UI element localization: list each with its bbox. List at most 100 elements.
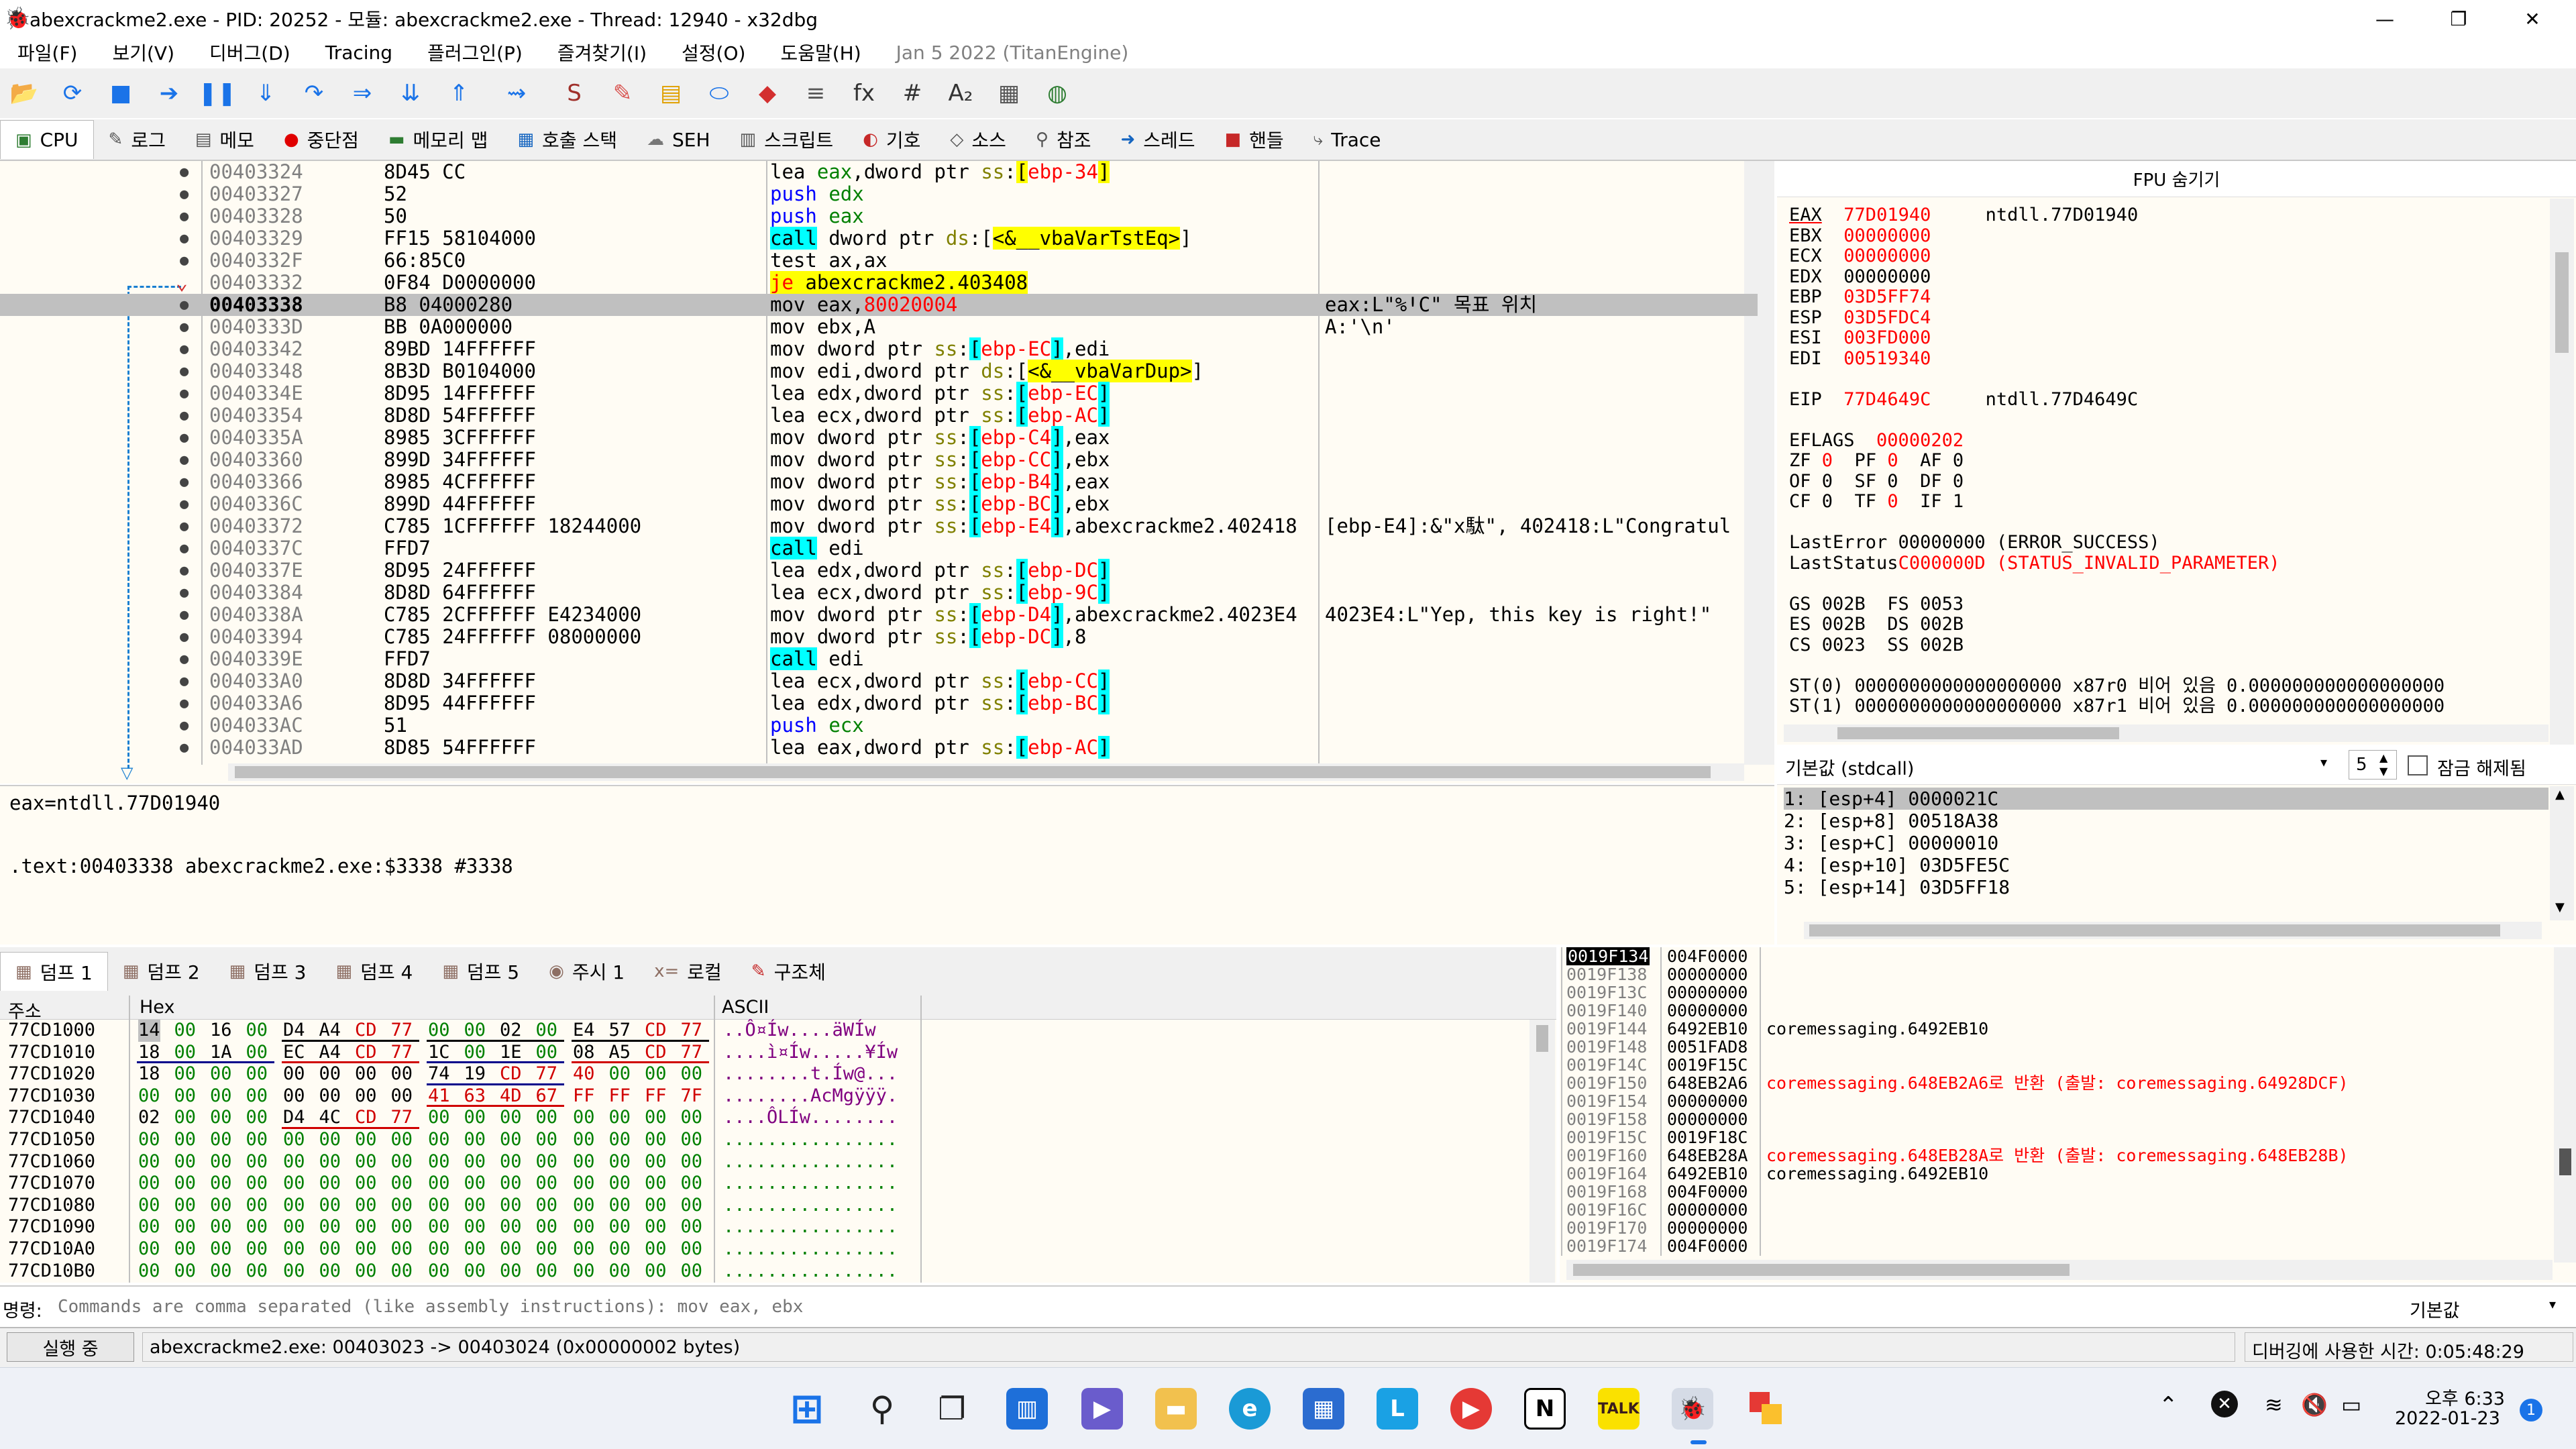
disassembly-view[interactable]: ▽ ● 00403324 8D45 CC lea eax,dword ptr ss:[… <box>0 161 1774 784</box>
dump-byte[interactable]: 00 <box>609 1063 631 1085</box>
dump-byte[interactable]: 00 <box>500 1107 522 1129</box>
disasm-row[interactable]: ● 00403328 50 push eax <box>0 205 1758 227</box>
dump-byte[interactable]: 00 <box>246 1238 268 1260</box>
menu-item[interactable]: Tracing <box>325 42 392 64</box>
dump-byte[interactable]: EC <box>283 1042 305 1064</box>
breakpoint-dot-icon[interactable]: ● <box>180 405 189 427</box>
dump-byte[interactable]: 00 <box>174 1063 197 1085</box>
dump-byte[interactable]: 16 <box>210 1020 232 1042</box>
file-explorer-icon[interactable]: ▬ <box>1155 1388 1197 1430</box>
dump-byte[interactable]: A5 <box>609 1042 631 1064</box>
dump-byte[interactable]: 00 <box>138 1216 160 1238</box>
dump-byte[interactable]: 00 <box>138 1151 160 1173</box>
stack-row[interactable]: 0019F148 0051FAD8 <box>1560 1038 2553 1056</box>
labels-icon[interactable]: ⬭ <box>702 76 737 111</box>
dump-byte[interactable]: 00 <box>246 1042 268 1064</box>
dump-byte[interactable]: 00 <box>319 1063 341 1085</box>
dump-byte[interactable]: 00 <box>319 1195 341 1217</box>
notion-icon[interactable]: N <box>1524 1388 1566 1430</box>
menu-item[interactable]: 즐겨찾기(I) <box>557 39 647 66</box>
chevron-down-icon[interactable]: ▾ <box>2320 754 2327 770</box>
dump-byte[interactable]: 00 <box>283 1063 305 1085</box>
dump-byte[interactable]: 41 <box>428 1085 450 1108</box>
command-mode-select[interactable]: 기본값 <box>2410 1296 2460 1322</box>
dump-byte[interactable]: 00 <box>428 1151 450 1173</box>
tab-중단점[interactable]: ● 중단점 <box>269 120 374 159</box>
register-line[interactable]: EBX 00000000 <box>1789 225 2445 247</box>
dump-byte[interactable]: 00 <box>391 1063 413 1085</box>
stack-row[interactable]: 0019F16C 00000000 <box>1560 1201 2553 1219</box>
call-args-hscroll[interactable] <box>1804 922 2542 939</box>
tab-메모[interactable]: ▤ 메모 <box>180 120 269 159</box>
dump-byte[interactable]: 00 <box>391 1173 413 1195</box>
disasm-row[interactable]: ● 00403366 8985 4CFFFFFF mov dword ptr ss:[… <box>0 470 1758 493</box>
call-args-vscroll[interactable]: ▲ ▼ <box>2550 786 2574 920</box>
dump-byte[interactable]: 00 <box>138 1195 160 1217</box>
dump-byte[interactable]: 00 <box>464 1260 486 1283</box>
stack-row[interactable]: 0019F144 6492EB10 coremessaging.6492EB10 <box>1560 1020 2553 1038</box>
hash-icon[interactable]: # <box>895 76 930 111</box>
breakpoint-dot-icon[interactable]: ● <box>180 427 189 449</box>
dump-byte[interactable]: 00 <box>283 1129 305 1151</box>
dump-byte[interactable]: FF <box>609 1085 631 1108</box>
calling-convention-select[interactable]: 기본값 (stdcall) <box>1785 754 1914 780</box>
dump-byte[interactable]: 00 <box>645 1238 667 1260</box>
tab-참조[interactable]: ⚲ 참조 <box>1021 120 1106 159</box>
dump-byte[interactable]: 00 <box>428 1195 450 1217</box>
stop-icon[interactable]: ■ <box>103 76 138 111</box>
breakpoint-dot-icon[interactable]: ● <box>180 626 189 648</box>
breakpoint-dot-icon[interactable]: ● <box>180 604 189 626</box>
dump-byte[interactable]: 77 <box>681 1020 703 1042</box>
tab-Trace[interactable]: ⤷ Trace <box>1299 120 1396 159</box>
dump-byte[interactable]: 00 <box>174 1020 197 1042</box>
step-into-icon[interactable]: ⇓ <box>248 76 283 111</box>
dump-byte[interactable]: 00 <box>319 1129 341 1151</box>
dump-byte[interactable]: 00 <box>645 1216 667 1238</box>
register-line[interactable]: EAX 77D01940 ntdll.77D01940 <box>1789 205 2445 226</box>
run-icon[interactable]: ➔ <box>152 76 186 111</box>
dump-byte[interactable]: 00 <box>210 1173 232 1195</box>
dump-byte[interactable]: 00 <box>609 1151 631 1173</box>
register-line[interactable]: ST(1) 0000000000000000000 x87r1 비어 있음 0.… <box>1789 696 2445 717</box>
dump-byte[interactable]: 00 <box>536 1042 558 1064</box>
tab-기호[interactable]: ◐ 기호 <box>848 120 935 159</box>
dump-row[interactable]: 77CD1020 18 00 00 00 00 00 00 00 74 19 CD 77 40 00 00 00… <box>0 1063 920 1085</box>
register-line[interactable]: EBP 03D5FF74 <box>1789 287 2445 308</box>
dump-byte[interactable]: 00 <box>573 1151 595 1173</box>
dump-vscroll[interactable] <box>1529 1020 1555 1283</box>
dump-byte[interactable]: 00 <box>138 1260 160 1283</box>
stack-row[interactable]: 0019F158 00000000 <box>1560 1110 2553 1128</box>
disasm-row[interactable]: ● 00403324 8D45 CC lea eax,dword ptr ss:[eb… <box>0 161 1758 183</box>
dump-byte[interactable]: CD <box>355 1042 377 1064</box>
dump-byte[interactable]: 00 <box>138 1173 160 1195</box>
dump-rows[interactable]: 77CD1000 14 00 16 00 D4 A4 CD 77 00 00 02 00 E4 57 CD 77… <box>0 1020 920 1283</box>
dump-byte[interactable]: 00 <box>391 1129 413 1151</box>
dump-byte[interactable]: 00 <box>210 1195 232 1217</box>
dump-row[interactable]: 77CD10B0 00 00 00 00 00 00 00 00 00 00 00 00 00 00 00 00… <box>0 1260 920 1283</box>
dump-byte[interactable]: 00 <box>573 1195 595 1217</box>
dump-byte[interactable]: 00 <box>645 1063 667 1085</box>
dump-byte[interactable]: 02 <box>500 1020 522 1042</box>
dump-byte[interactable]: 00 <box>355 1085 377 1108</box>
dump-byte[interactable]: 00 <box>464 1151 486 1173</box>
dump-tab[interactable]: x= 로컬 <box>639 952 737 991</box>
dump-byte[interactable]: 00 <box>391 1216 413 1238</box>
menu-item[interactable]: 보기(V) <box>112 39 174 66</box>
dump-byte[interactable]: 00 <box>500 1173 522 1195</box>
disasm-hscroll[interactable] <box>228 763 1744 781</box>
breakpoint-dot-icon[interactable]: ● <box>180 737 189 759</box>
dump-byte[interactable]: 00 <box>609 1238 631 1260</box>
registers-vscroll[interactable] <box>2550 199 2574 745</box>
disasm-row[interactable]: ● 00403372 C785 1CFFFFFF 18244000 mov dword… <box>0 515 1758 537</box>
stack-row[interactable]: 0019F168 004F0000 <box>1560 1183 2553 1201</box>
store-icon[interactable]: ▦ <box>1303 1388 1344 1430</box>
dump-byte[interactable]: 00 <box>174 1195 197 1217</box>
jump-marker-icon[interactable]: ⌄ <box>176 272 188 294</box>
menu-item[interactable]: 파일(F) <box>17 39 77 66</box>
dump-byte[interactable]: 00 <box>138 1238 160 1260</box>
disasm-row[interactable]: ● 0040337C FFD7 call edi <box>0 537 1758 559</box>
dump-byte[interactable]: 00 <box>645 1173 667 1195</box>
breakpoint-dot-icon[interactable]: ● <box>180 648 189 670</box>
dump-byte[interactable]: 00 <box>246 1129 268 1151</box>
tab-스크립트[interactable]: ▥ 스크립트 <box>725 120 849 159</box>
